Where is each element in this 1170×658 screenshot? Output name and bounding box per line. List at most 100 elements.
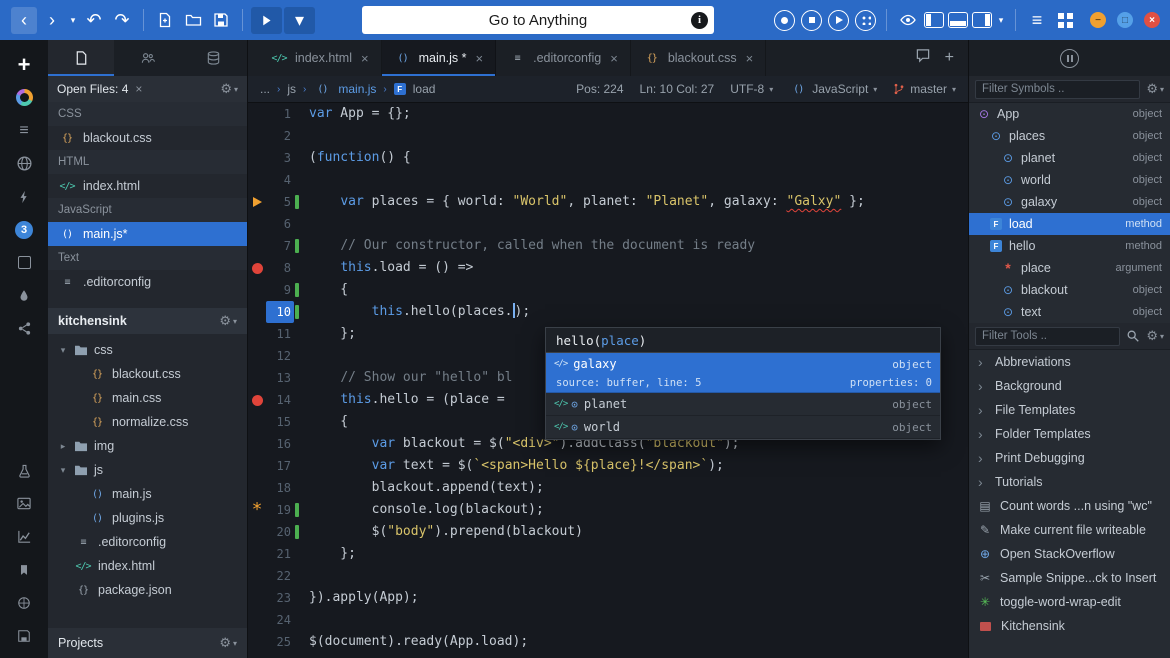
symbol-load[interactable]: Floadmethod: [969, 213, 1170, 235]
open-file-blackout-css[interactable]: {}blackout.css: [48, 126, 247, 150]
tree-item-blackout-css[interactable]: {}blackout.css: [48, 362, 247, 386]
code-line-20[interactable]: 20 $("body").prepend(blackout): [248, 521, 968, 543]
publishing-button[interactable]: [0, 586, 48, 619]
back-button[interactable]: ‹: [11, 7, 37, 34]
gutter-margin[interactable]: [248, 257, 266, 279]
code-line-6[interactable]: 6: [248, 213, 968, 235]
tool-print-debugging[interactable]: ›Print Debugging: [969, 446, 1170, 470]
gutter-margin[interactable]: [248, 103, 266, 125]
breadcrumb-folder[interactable]: js: [287, 82, 296, 96]
gutter-margin[interactable]: [248, 609, 266, 631]
open-file-button[interactable]: [180, 7, 206, 34]
line-number[interactable]: 12: [266, 345, 294, 367]
editor-tab-main-js[interactable]: ()main.js *×: [382, 40, 497, 76]
line-number[interactable]: 4: [266, 169, 294, 191]
screens-button[interactable]: [1052, 7, 1078, 34]
gutter-margin[interactable]: [248, 213, 266, 235]
line-number[interactable]: 6: [266, 213, 294, 235]
run-button[interactable]: [251, 7, 282, 34]
tab-collaboration[interactable]: [114, 40, 180, 76]
editor-tab-blackout-css[interactable]: {}blackout.css×: [631, 40, 766, 76]
profiling-button[interactable]: [0, 520, 48, 553]
minimap-button[interactable]: [0, 246, 48, 279]
open-file-editorconfig[interactable]: ≡.editorconfig: [48, 270, 247, 294]
minimize-button[interactable]: −: [1090, 12, 1106, 28]
encoding-selector[interactable]: UTF-8▾: [730, 82, 773, 96]
tree-item-img[interactable]: ▸img: [48, 434, 247, 458]
tree-item-css[interactable]: ▾css: [48, 338, 247, 362]
symbol-galaxy[interactable]: ⊙galaxyobject: [969, 191, 1170, 213]
gutter-margin[interactable]: *: [248, 499, 266, 521]
tree-item-plugins-js[interactable]: ()plugins.js: [48, 506, 247, 530]
git-branch-selector[interactable]: master▾: [893, 82, 956, 96]
macro-record-button[interactable]: [774, 10, 795, 31]
line-number[interactable]: 9: [266, 279, 294, 301]
close-icon[interactable]: ×: [361, 51, 369, 66]
new-tab-button[interactable]: +: [945, 49, 954, 67]
autocomplete-item-planet[interactable]: </>⊙planetobject: [546, 393, 940, 416]
syntax-status-icon[interactable]: [1060, 49, 1079, 68]
line-number[interactable]: 2: [266, 125, 294, 147]
line-number[interactable]: 18: [266, 477, 294, 499]
add-button[interactable]: +: [0, 48, 48, 81]
close-button[interactable]: ×: [1144, 12, 1160, 28]
disclosure-icon[interactable]: ▾: [58, 465, 68, 476]
gutter-margin[interactable]: [248, 433, 266, 455]
go-to-anything-button[interactable]: [0, 81, 48, 114]
tool-background[interactable]: ›Background: [969, 374, 1170, 398]
macro-stop-button[interactable]: [801, 10, 822, 31]
autocomplete-item-world[interactable]: </>⊙worldobject: [546, 416, 940, 439]
code-line-4[interactable]: 4: [248, 169, 968, 191]
line-number[interactable]: 7: [266, 235, 294, 257]
symbol-text[interactable]: ⊙textobject: [969, 301, 1170, 323]
tool-sample-snippe-ck-to-insert[interactable]: ✂Sample Snippe...ck to Insert: [969, 566, 1170, 590]
notifications-button[interactable]: 3: [0, 213, 48, 246]
menu-button[interactable]: ≡: [1024, 7, 1050, 34]
line-number[interactable]: 17: [266, 455, 294, 477]
symbols-settings[interactable]: ⚙▾: [1146, 81, 1164, 97]
code-line-10[interactable]: 10 this.hello(places.);: [248, 301, 968, 323]
code-line-5[interactable]: 5 var places = { world: "World", planet:…: [248, 191, 968, 213]
code-line-21[interactable]: 21 };: [248, 543, 968, 565]
pane-dropdown-icon[interactable]: ▾: [995, 7, 1007, 34]
gutter-margin[interactable]: [248, 169, 266, 191]
maximize-button[interactable]: □: [1117, 12, 1133, 28]
tool-file-templates[interactable]: ›File Templates: [969, 398, 1170, 422]
symbol-world[interactable]: ⊙worldobject: [969, 169, 1170, 191]
code-line-24[interactable]: 24: [248, 609, 968, 631]
line-number[interactable]: 15: [266, 411, 294, 433]
gutter-margin[interactable]: [248, 587, 266, 609]
tab-databases[interactable]: [181, 40, 247, 76]
tool-folder-templates[interactable]: ›Folder Templates: [969, 422, 1170, 446]
gutter-margin[interactable]: [248, 631, 266, 653]
gutter-margin[interactable]: [248, 565, 266, 587]
focus-mode-button[interactable]: [895, 7, 921, 34]
history-dropdown-icon[interactable]: ▾: [67, 7, 79, 34]
line-number[interactable]: 5: [266, 191, 294, 213]
color-scheme-button[interactable]: [0, 279, 48, 312]
gutter-margin[interactable]: [248, 411, 266, 433]
code-line-19[interactable]: *19 console.log(blackout);: [248, 499, 968, 521]
tool-tutorials[interactable]: ›Tutorials: [969, 470, 1170, 494]
open-files-settings[interactable]: ⚙▾: [220, 81, 238, 97]
code-line-22[interactable]: 22: [248, 565, 968, 587]
close-icon[interactable]: ×: [476, 51, 484, 66]
new-file-button[interactable]: [152, 7, 178, 34]
quick-actions-button[interactable]: [0, 180, 48, 213]
code-line-23[interactable]: 23}).apply(App);: [248, 587, 968, 609]
tool-abbreviations[interactable]: ›Abbreviations: [969, 350, 1170, 374]
editor-tab-editorconfig[interactable]: ≡.editorconfig×: [496, 40, 631, 76]
code-editor[interactable]: 1var App = {};23(function() {45 var plac…: [248, 103, 968, 658]
code-line-18[interactable]: 18 blackout.append(text);: [248, 477, 968, 499]
forward-button[interactable]: ›: [39, 7, 65, 34]
gutter-margin[interactable]: [248, 147, 266, 169]
macro-list-button[interactable]: [855, 10, 876, 31]
info-icon[interactable]: i: [691, 12, 708, 29]
tools-settings[interactable]: ⚙▾: [1146, 328, 1164, 344]
language-selector[interactable]: ()JavaScript▾: [789, 82, 877, 96]
share-button[interactable]: [0, 312, 48, 345]
gutter-margin[interactable]: [248, 323, 266, 345]
symbol-hello[interactable]: Fhellomethod: [969, 235, 1170, 257]
open-files-pane-button[interactable]: ≡: [0, 114, 48, 147]
line-number[interactable]: 16: [266, 433, 294, 455]
